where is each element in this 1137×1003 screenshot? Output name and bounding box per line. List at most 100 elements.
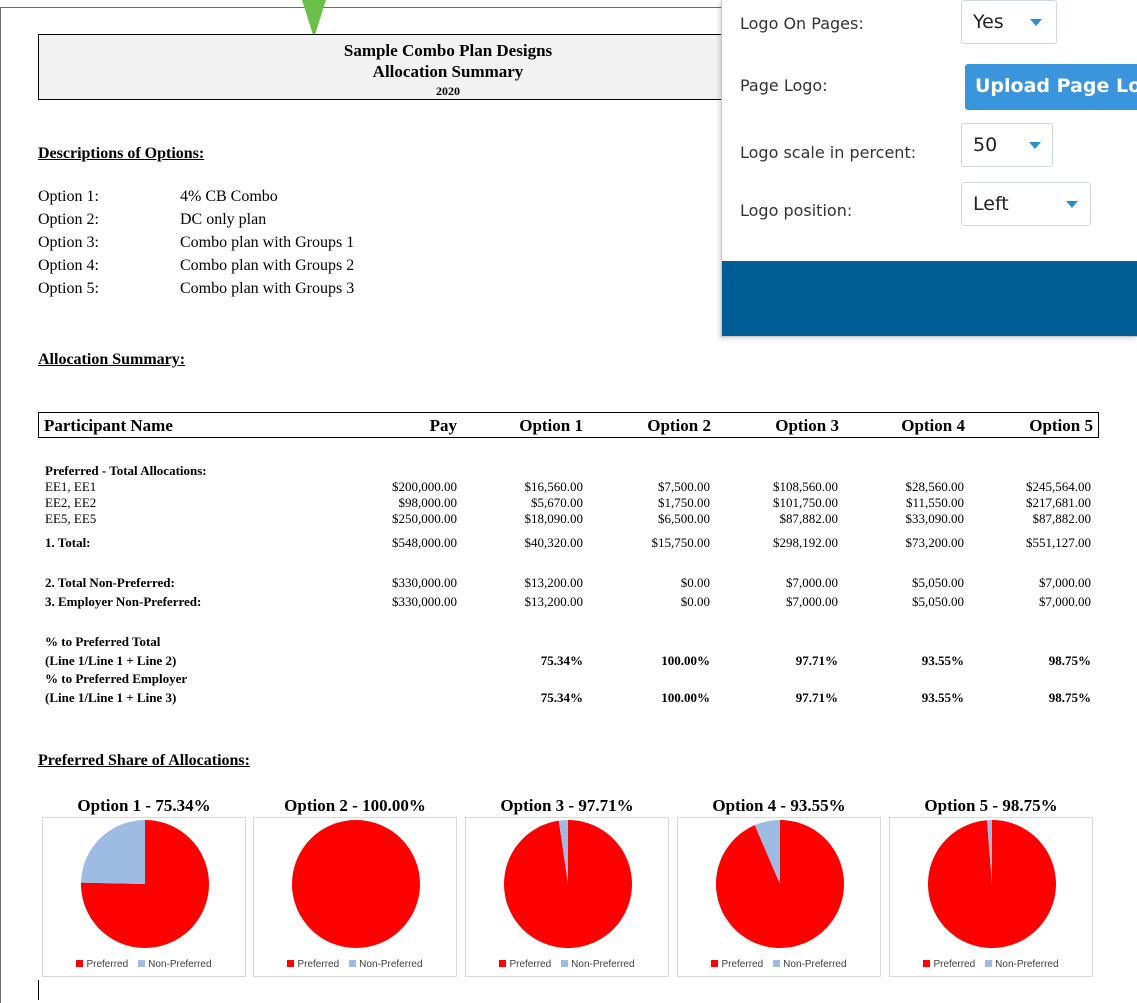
legend-swatch: [499, 960, 507, 967]
logo-on-pages-label: Logo On Pages:: [740, 14, 864, 33]
logo-position-select[interactable]: Left: [961, 182, 1091, 226]
legend-swatch: [773, 960, 781, 967]
table-cell: $7,000.00: [786, 575, 838, 590]
table-cell: $101,750.00: [773, 495, 838, 510]
pie-svg: [292, 820, 420, 948]
table-cell: $0.00: [680, 575, 710, 590]
text-cursor: [38, 980, 39, 1000]
legend-item: Non-Preferred: [985, 959, 1059, 970]
table-cell: $13,200.00: [524, 594, 584, 609]
table-cell: $7,000.00: [786, 594, 838, 609]
document-border-left: [0, 7, 1, 1003]
pct-value: 100.00%: [661, 653, 710, 668]
upload-page-logo-button[interactable]: Upload Page Lo: [965, 64, 1137, 110]
legend-item: Preferred: [499, 959, 551, 970]
pie-chart: Preferred Non-Preferred: [253, 817, 457, 977]
table-cell: $217,681.00: [1026, 495, 1091, 510]
table-cell: $245,564.00: [1026, 479, 1091, 494]
page-logo-label: Page Logo:: [740, 76, 828, 95]
chart-title: Option 5 - 98.75%: [924, 796, 1058, 815]
legend-item: Non-Preferred: [138, 959, 212, 970]
logo-on-pages-select[interactable]: Yes: [961, 0, 1057, 44]
legend-label: Non-Preferred: [359, 959, 423, 970]
table-cell: $108,560.00: [773, 479, 838, 494]
logo-on-pages-value: Yes: [973, 11, 1004, 33]
table-cell: $5,670.00: [531, 495, 583, 510]
pie-chart: Preferred Non-Preferred: [42, 817, 246, 977]
col-pay: Pay: [429, 416, 457, 435]
option-label: Option 2:: [38, 211, 99, 228]
pct-value: 97.71%: [795, 653, 838, 668]
pct-value: 98.75%: [1048, 653, 1091, 668]
legend-label: Preferred: [933, 959, 976, 970]
option-desc: Combo plan with Groups 1: [180, 234, 355, 251]
logo-scale-select[interactable]: 50: [961, 123, 1053, 167]
col-option-1: Option 1: [519, 416, 583, 435]
legend-item: Non-Preferred: [773, 959, 847, 970]
option-label: Option 1:: [38, 188, 99, 205]
logo-position-value: Left: [973, 193, 1009, 215]
legend-label: Non-Preferred: [571, 959, 635, 970]
table-cell: $1,750.00: [658, 495, 710, 510]
chart-legend: Preferred Non-Preferred: [890, 959, 1092, 970]
legend-swatch: [711, 960, 719, 967]
legend-label: Preferred: [86, 959, 129, 970]
option-desc: Combo plan with Groups 2: [180, 257, 355, 274]
chart-title: Option 3 - 97.71%: [500, 796, 634, 815]
chevron-down-icon: [1066, 201, 1078, 208]
table-cell: $7,500.00: [658, 479, 710, 494]
descriptions-heading: Descriptions of Options:: [38, 145, 205, 162]
pct-employer-formula: (Line 1/Line 1 + Line 3): [45, 690, 177, 705]
col-option-2: Option 2: [647, 416, 711, 435]
col-option-4: Option 4: [901, 416, 965, 435]
col-option-3: Option 3: [775, 416, 839, 435]
chart-legend: Preferred Non-Preferred: [254, 959, 456, 970]
logo-scale-value: 50: [973, 134, 998, 156]
logo-scale-label: Logo scale in percent:: [740, 143, 917, 162]
panel-footer-bar: [722, 261, 1137, 336]
legend-swatch: [138, 960, 146, 967]
table-cell: $13,200.00: [524, 575, 584, 590]
preferred-label: Preferred - Total Allocations:: [45, 463, 207, 478]
legend-swatch: [985, 960, 993, 967]
table-cell: $18,090.00: [524, 511, 584, 526]
table-cell: $298,192.00: [773, 535, 838, 550]
pct-value: 93.55%: [921, 653, 964, 668]
share-heading: Preferred Share of Allocations:: [38, 752, 250, 769]
chart-legend: Preferred Non-Preferred: [678, 959, 880, 970]
table-cell: $33,090.00: [905, 511, 965, 526]
table-cell: $330,000.00: [392, 575, 457, 590]
pct-value: 100.00%: [661, 690, 710, 705]
chart-title: Option 2 - 100.00%: [284, 796, 426, 815]
legend-label: Preferred: [721, 959, 764, 970]
legend-label: Non-Preferred: [148, 959, 212, 970]
chart-title: Option 1 - 75.34%: [77, 796, 211, 815]
table-cell: $28,560.00: [905, 479, 965, 494]
legend-swatch: [349, 960, 357, 967]
pct-value: 98.75%: [1048, 690, 1091, 705]
pct-value: 93.55%: [921, 690, 964, 705]
legend-item: Preferred: [76, 959, 128, 970]
chart-legend: Preferred Non-Preferred: [466, 959, 668, 970]
chart-legend: Preferred Non-Preferred: [43, 959, 245, 970]
legend-item: Non-Preferred: [349, 959, 423, 970]
pie-slice-non-preferred: [81, 820, 145, 884]
row-name: EE5, EE5: [45, 511, 97, 526]
legend-label: Non-Preferred: [995, 959, 1059, 970]
pct-total-label: % to Preferred Total: [45, 634, 161, 649]
table-cell: $330,000.00: [392, 594, 457, 609]
pct-employer-label: % to Preferred Employer: [45, 671, 188, 686]
pie-chart: Preferred Non-Preferred: [889, 817, 1093, 977]
table-cell: $98,000.00: [398, 495, 458, 510]
legend-swatch: [76, 960, 84, 967]
table-cell: $5,050.00: [912, 594, 964, 609]
table-cell: $87,882.00: [779, 511, 839, 526]
table-cell: $0.00: [680, 594, 710, 609]
allocation-heading: Allocation Summary:: [38, 351, 186, 368]
pct-value: 75.34%: [540, 653, 583, 668]
table-cell: $5,050.00: [912, 575, 964, 590]
table-cell: $7,000.00: [1039, 575, 1091, 590]
table-cell: $16,560.00: [524, 479, 584, 494]
logo-settings-panel: Logo On Pages: Yes Page Logo: Upload Pag…: [721, 0, 1137, 337]
legend-swatch: [287, 960, 295, 967]
